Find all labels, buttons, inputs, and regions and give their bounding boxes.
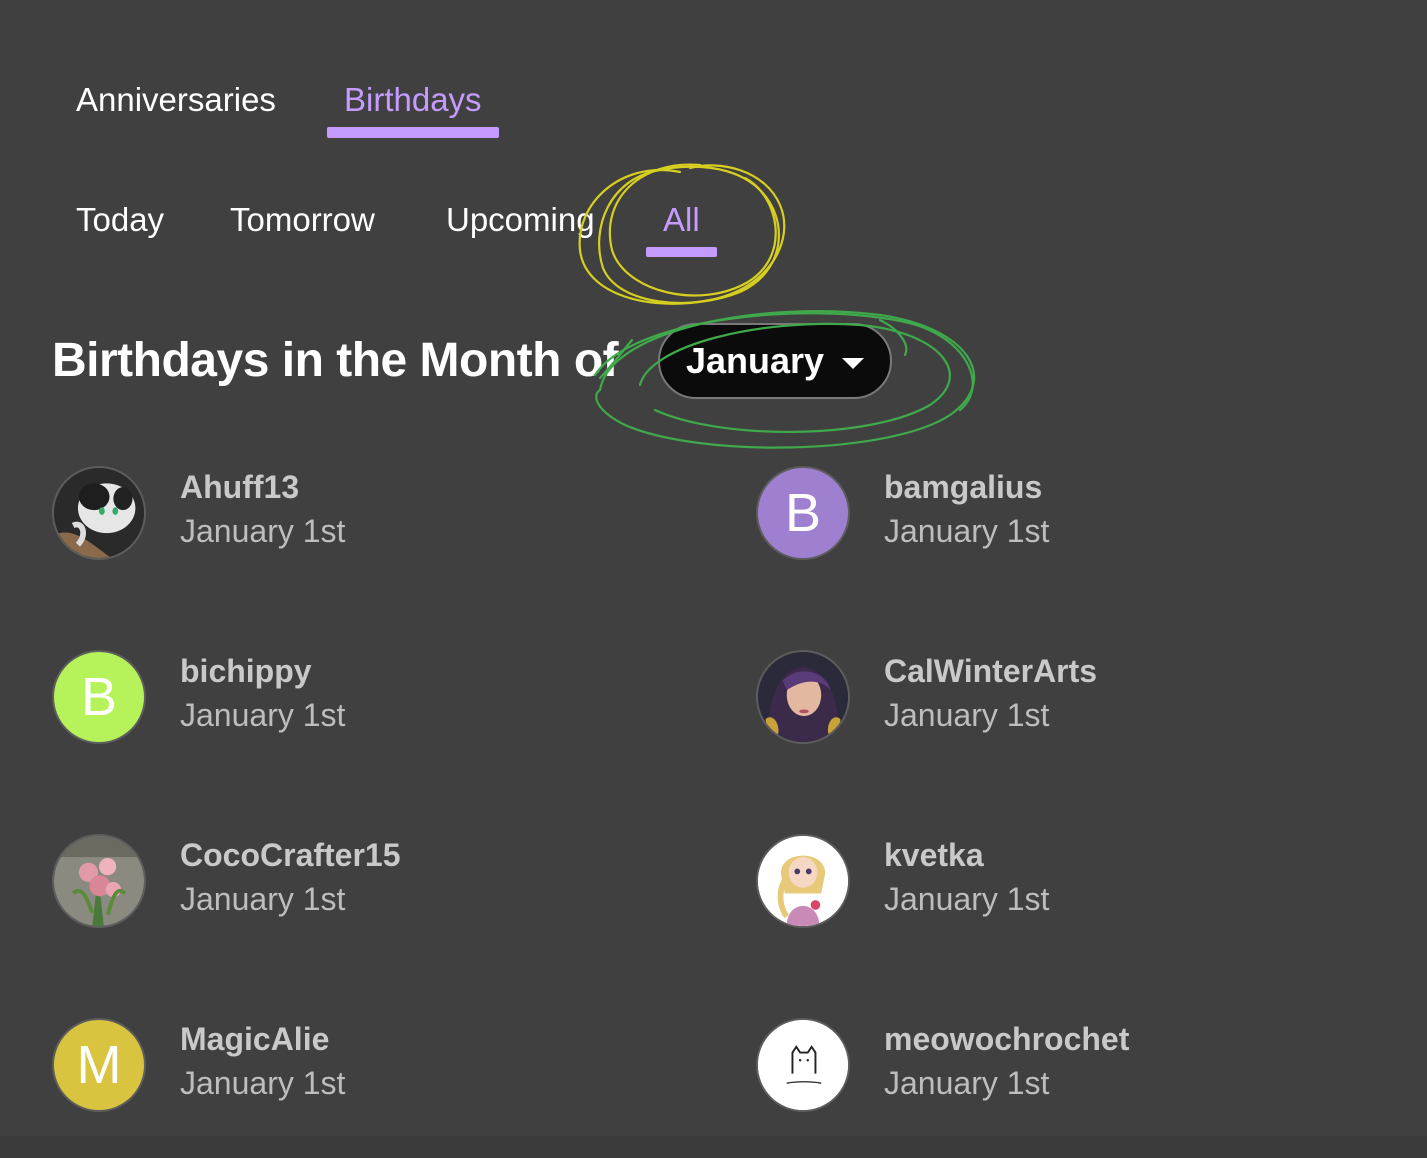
person-name: CalWinterArts <box>884 653 1098 689</box>
initial-avatar: B <box>52 650 146 744</box>
tab-label: Anniversaries <box>76 81 276 118</box>
birthday-date: January 1st <box>180 881 346 917</box>
cat-logo-avatar <box>756 1018 850 1112</box>
list-item[interactable]: M MagicAlie January 1st <box>52 1018 612 1114</box>
tab-label: All <box>663 201 700 238</box>
birthday-date: January 1st <box>884 697 1050 733</box>
tab-birthdays[interactable]: Birthdays <box>327 72 499 138</box>
avatar-initial: B <box>80 667 118 727</box>
tab-underline <box>646 247 717 257</box>
tab-tomorrow[interactable]: Tomorrow <box>230 192 375 248</box>
month-dropdown-value: January <box>685 340 825 381</box>
tab-upcoming[interactable]: Upcoming <box>446 192 595 248</box>
person-name: bichippy <box>180 653 312 689</box>
tab-underline <box>59 127 293 138</box>
birthday-date: January 1st <box>180 1065 346 1101</box>
avatar-initial: B <box>784 483 822 543</box>
tab-anniversaries[interactable]: Anniversaries <box>76 72 276 128</box>
tab-label: Today <box>76 201 165 238</box>
tab-all[interactable]: All <box>646 192 717 257</box>
list-item[interactable]: kvetka January 1st <box>756 834 1316 930</box>
tab-underline <box>429 247 612 257</box>
initial-avatar: M <box>52 1018 146 1112</box>
birthday-date: January 1st <box>180 513 346 549</box>
page-title: Birthdays in the Month of <box>52 334 619 387</box>
birthday-date: January 1st <box>884 881 1050 917</box>
person-name: Ahuff13 <box>180 469 300 505</box>
caret-down-icon <box>842 357 865 369</box>
initial-avatar: B <box>756 466 850 560</box>
birthday-date: January 1st <box>884 1065 1050 1101</box>
person-name: bamgalius <box>884 469 1043 505</box>
person-name: meowochrochet <box>884 1021 1130 1057</box>
tab-label: Tomorrow <box>230 201 375 238</box>
birthday-date: January 1st <box>180 697 346 733</box>
tab-today[interactable]: Today <box>76 192 164 248</box>
portrait-photo-avatar <box>756 650 850 744</box>
person-name: MagicAlie <box>180 1021 330 1057</box>
page-bottom-strip <box>0 1136 1427 1158</box>
list-item[interactable]: CalWinterArts January 1st <box>756 650 1316 746</box>
tab-label: Upcoming <box>446 201 595 238</box>
flowers-photo-avatar <box>52 834 146 928</box>
tab-label: Birthdays <box>344 81 482 118</box>
person-name: CocoCrafter15 <box>180 837 401 873</box>
list-item[interactable]: meowochrochet January 1st <box>756 1018 1316 1114</box>
list-item[interactable]: B bamgalius January 1st <box>756 466 1316 562</box>
list-item[interactable]: B bichippy January 1st <box>52 650 612 746</box>
list-item[interactable]: Ahuff13 January 1st <box>52 466 612 562</box>
person-name: kvetka <box>884 837 984 873</box>
birthday-date: January 1st <box>884 513 1050 549</box>
month-dropdown[interactable]: January <box>658 323 892 399</box>
list-item[interactable]: CocoCrafter15 January 1st <box>52 834 612 930</box>
tab-underline <box>59 247 181 257</box>
tab-underline <box>327 127 499 138</box>
avatar-initial: M <box>76 1035 122 1095</box>
tab-underline <box>213 247 392 257</box>
doll-illustration-avatar <box>756 834 850 928</box>
cat-photo-avatar <box>52 466 146 560</box>
